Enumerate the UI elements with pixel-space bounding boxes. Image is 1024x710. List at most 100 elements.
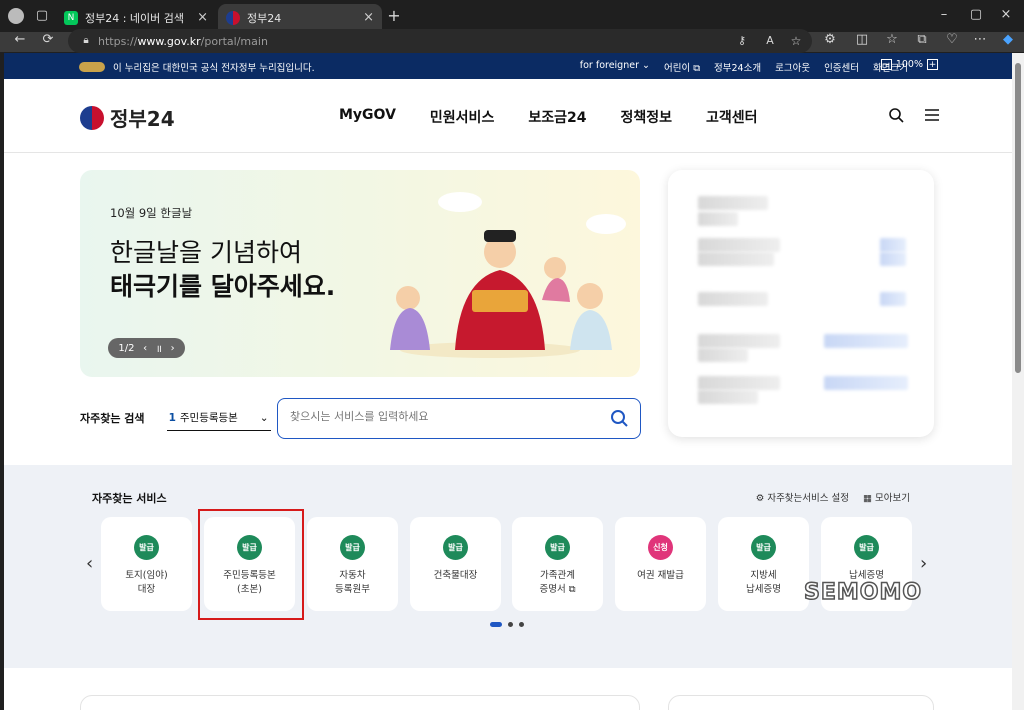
tab-title: 정부24 [247, 12, 282, 25]
favorite-star-icon[interactable]: ☆ [788, 33, 804, 49]
zoom-in-button[interactable]: + [927, 59, 938, 70]
tab-actions-icon[interactable]: ▢ [34, 8, 50, 24]
minimize-icon[interactable]: – [936, 7, 952, 23]
gov-notice-bar: 이 누리집은 대한민국 공식 전자정부 누리집입니다. for foreigne… [4, 53, 1012, 79]
next-slide-icon[interactable]: › [171, 343, 175, 354]
read-aloud-icon[interactable]: A [762, 33, 778, 49]
banner-title-line2: 태극기를 달아주세요. [110, 272, 336, 301]
site-header: 정부24 MyGOV 민원서비스 보조금24 정책정보 고객센터 [4, 79, 1012, 153]
service-card[interactable]: 신청 여권 재발급 [615, 517, 706, 611]
nav-subsidy[interactable]: 보조금24 [528, 107, 586, 127]
blurred-info [698, 238, 780, 252]
content-card [80, 695, 640, 710]
grid-icon: ▦ [863, 493, 872, 504]
prev-slide-icon[interactable]: ‹ [143, 343, 147, 354]
search-icon[interactable] [888, 107, 904, 127]
browser-tab-gov24[interactable]: 정부24 × [218, 4, 382, 32]
zoom-out-button[interactable]: − [880, 59, 892, 70]
link-foreigner[interactable]: for foreigner ⌄ [580, 60, 650, 74]
banner-pager: 1/2 ‹ ॥ › [108, 338, 185, 358]
carousel-dot-active[interactable] [490, 622, 502, 627]
link-logout[interactable]: 로그아웃 [775, 60, 810, 74]
page-scrollbar[interactable] [1012, 53, 1024, 710]
zoom-value: 100% [895, 59, 923, 70]
tab-title: 정부24 : 네이버 검색 [85, 12, 185, 25]
services-settings-button[interactable]: ⚙ 자주찾는서비스 설정 [756, 490, 849, 504]
link-kids[interactable]: 어린이 ⧉ [664, 60, 700, 74]
service-card[interactable]: 발급지방세 납세증명 [718, 517, 809, 611]
lock-icon: 🔒︎ [83, 35, 89, 46]
service-name: 여권 재발급 [637, 570, 684, 581]
maximize-icon[interactable]: ▢ [968, 7, 984, 23]
carousel-dot[interactable] [508, 622, 513, 627]
gov24-logo[interactable]: 정부24 [80, 103, 175, 132]
prev-arrow-icon[interactable]: ‹ [86, 553, 93, 574]
link-cert[interactable]: 인증센터 [824, 60, 859, 74]
service-card[interactable]: 발급 가족관계 증명서 ⧉ [512, 517, 603, 611]
main-banner[interactable]: 10월 9일 한글날 한글날을 기념하여 태극기를 달아주세요. 1/2 ‹ ॥… [80, 170, 640, 377]
user-summary-panel [668, 170, 934, 437]
view-all-button[interactable]: ▦ 모아보기 [863, 490, 910, 504]
service-card[interactable]: 발급 토지(임야) 대장 [101, 517, 192, 611]
next-arrow-icon[interactable]: › [920, 553, 927, 574]
nav-customer-center[interactable]: 고객센터 [706, 107, 758, 127]
key-icon[interactable]: ⚷ [734, 33, 750, 49]
status-badge: 발급 [545, 535, 570, 560]
egov-logo [79, 62, 105, 72]
selected-rank: 1 [168, 412, 176, 424]
close-window-icon[interactable]: × [998, 7, 1014, 23]
service-search-input[interactable] [290, 410, 590, 423]
service-card[interactable]: 발급 자동차 등록원부 [307, 517, 398, 611]
carousel-dot[interactable] [519, 622, 524, 627]
browser-tab-strip: ▢ N 정부24 : 네이버 검색 × 정부24 × + – ▢ × [0, 0, 1024, 32]
frequent-search: 자주찾는 검색 1 주민등록등본 ⌄ [80, 405, 271, 431]
nav-policy[interactable]: 정책정보 [620, 107, 672, 127]
close-tab-icon[interactable]: × [363, 10, 374, 25]
profile-avatar-icon[interactable] [8, 8, 24, 24]
service-name: 토지(임야) 대장 [125, 570, 168, 595]
menu-icon[interactable] [924, 107, 940, 127]
status-badge: 발급 [751, 535, 776, 560]
hangul-day-illustration [390, 192, 626, 358]
blurred-info [880, 252, 906, 266]
new-tab-icon[interactable]: + [386, 8, 402, 24]
blurred-info [880, 292, 906, 306]
close-tab-icon[interactable]: × [197, 10, 208, 25]
service-name: 지방세 납세증명 [746, 570, 781, 595]
url-path: /portal/main [200, 34, 268, 48]
address-bar[interactable]: 🔒︎ https://www.gov.kr/portal/main ⚷ A ☆ [68, 29, 812, 53]
blurred-info [824, 334, 908, 348]
url-host: www.gov.kr [137, 34, 201, 48]
split-screen-icon[interactable]: ◫ [854, 32, 870, 48]
status-badge: 발급 [854, 535, 879, 560]
copilot-icon[interactable]: ◆ [1000, 32, 1016, 48]
section-title: 자주찾는 서비스 [92, 492, 167, 505]
collections-icon[interactable]: ⧉ [914, 32, 930, 48]
gov24-favicon-icon [226, 11, 240, 25]
back-icon[interactable]: ← [12, 32, 28, 48]
refresh-icon[interactable]: ⟳ [40, 32, 56, 48]
more-icon[interactable]: ⋯ [972, 32, 988, 48]
banner-title-line1: 한글날을 기념하여 [110, 238, 302, 267]
frequent-services-section: 자주찾는 서비스 ⚙ 자주찾는서비스 설정 ▦ 모아보기 ‹ › 발급 토지(임야… [4, 465, 1012, 668]
extensions-icon[interactable]: ⚙ [822, 32, 838, 48]
search-icon[interactable] [610, 409, 628, 427]
taegeuk-logo-icon [80, 105, 104, 130]
naver-favicon-icon: N [64, 11, 78, 25]
watermark: SEMOMO [803, 579, 923, 606]
nav-mygov[interactable]: MyGOV [339, 107, 396, 127]
favorites-icon[interactable]: ☆ [884, 32, 900, 48]
content-card [668, 695, 934, 710]
gear-icon: ⚙ [755, 493, 765, 504]
nav-civil-service[interactable]: 민원서비스 [430, 107, 494, 127]
browser-tab-naver[interactable]: N 정부24 : 네이버 검색 × [56, 4, 216, 32]
blurred-info [698, 348, 748, 362]
frequent-search-label: 자주찾는 검색 [80, 412, 145, 425]
scrollbar-thumb[interactable] [1015, 63, 1021, 373]
frequent-search-dropdown[interactable]: 1 주민등록등본 ⌄ [166, 405, 271, 431]
pause-icon[interactable]: ॥ [156, 341, 162, 355]
health-icon[interactable]: ♡ [944, 32, 960, 48]
service-card[interactable]: 발급 건축물대장 [410, 517, 501, 611]
external-link-icon: ⧉ [568, 584, 576, 595]
link-about[interactable]: 정부24소개 [714, 60, 761, 74]
